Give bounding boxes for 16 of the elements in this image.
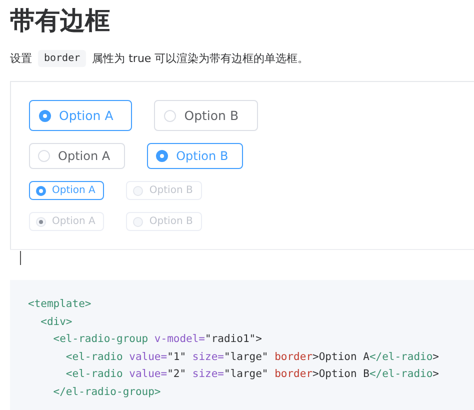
radio-option[interactable]: Option B: [154, 100, 258, 131]
description-text: 属性为 true 可以渲染为带有边框的单选框。: [92, 51, 309, 66]
code-line: <template>: [28, 297, 92, 312]
code-line: <el-radio value="2" size="large" border>Option B</el-radio>: [64, 367, 440, 382]
inline-code: border: [38, 50, 86, 67]
radio-option[interactable]: Option B: [147, 143, 244, 169]
radio-option[interactable]: Option A: [29, 100, 132, 131]
code-line: </el-radio-group>: [52, 384, 162, 400]
code-line: <el-radio value="1" size="large" border>Option A</el-radio>: [64, 350, 440, 364]
section-title: 带有边框: [10, 5, 111, 37]
code-line: <div>: [40, 314, 74, 330]
radio-option[interactable]: Option A: [29, 181, 104, 200]
code-line: <el-radio-group v-model="radio1">: [52, 332, 263, 347]
radio-option[interactable]: Option A: [29, 143, 126, 169]
description-text: 设置: [10, 51, 32, 66]
text-cursor: [20, 251, 21, 265]
